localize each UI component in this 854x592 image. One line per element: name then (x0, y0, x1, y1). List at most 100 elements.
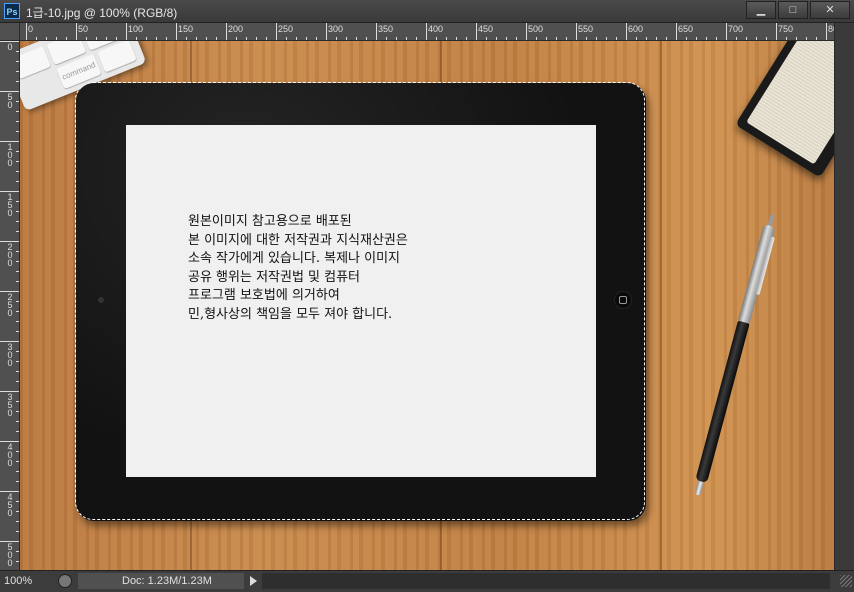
ruler-label: 350 (378, 24, 394, 34)
ruler-tick (16, 71, 19, 72)
ruler-label: 200 (228, 24, 244, 34)
ruler-tick (756, 37, 757, 40)
ruler-label: 4 5 0 (7, 492, 13, 518)
ruler-tick (526, 23, 527, 40)
ruler-tick (406, 37, 407, 40)
ruler-tick (16, 481, 19, 482)
pen-body (695, 320, 750, 484)
ruler-tick (16, 401, 19, 402)
ruler-tick (16, 221, 19, 222)
ruler-tick (236, 37, 237, 40)
ruler-tick (296, 37, 297, 40)
ruler-tick (16, 411, 19, 412)
ruler-tick (606, 37, 607, 40)
ruler-tick (216, 37, 217, 40)
ruler-label: 4 0 0 (7, 442, 13, 468)
status-menu-arrow-icon[interactable] (250, 576, 257, 586)
maximize-icon: □ (789, 4, 797, 16)
ruler-tick (106, 37, 107, 40)
ruler-tick (626, 23, 627, 40)
ruler-tick (16, 311, 19, 312)
close-button[interactable]: ✕ (810, 1, 850, 19)
ruler-tick (156, 37, 157, 40)
ruler-tick (356, 37, 357, 40)
pen-photo (690, 212, 779, 498)
ruler-tick (226, 23, 227, 40)
ruler-tick (786, 37, 787, 40)
maximize-button[interactable]: □ (778, 1, 808, 19)
zoom-level-field[interactable]: 100% (4, 573, 44, 589)
ruler-tick (826, 23, 827, 40)
ruler-tick (586, 37, 587, 40)
ruler-tick (686, 37, 687, 40)
ruler-tick (746, 37, 747, 40)
ruler-tick (286, 37, 287, 40)
minimize-icon: ▁ (756, 4, 766, 16)
ruler-tick (676, 23, 677, 40)
resize-grip-icon[interactable] (840, 575, 852, 587)
ruler-tick (416, 37, 417, 40)
ruler-label: 250 (278, 24, 294, 34)
ruler-tick (456, 37, 457, 40)
horizontal-scrollbar[interactable] (262, 573, 830, 589)
ruler-origin-corner[interactable] (0, 23, 20, 41)
status-bar: 100% Doc: 1.23M/1.23M (0, 570, 854, 592)
ruler-tick (386, 37, 387, 40)
ruler-tick (736, 37, 737, 40)
close-icon: ✕ (825, 4, 835, 16)
ruler-tick (16, 261, 19, 262)
document-canvas[interactable]: command 원본이미지 참고용으로 배포된 본 이미지에 대한 저작권과 지… (20, 41, 834, 570)
minimize-button[interactable]: ▁ (746, 1, 776, 19)
ruler-tick (16, 301, 19, 302)
ruler-tick (616, 37, 617, 40)
ruler-label: 0 (28, 24, 34, 34)
ruler-label: 400 (428, 24, 444, 34)
ruler-tick (506, 37, 507, 40)
ruler-label: 5 0 (7, 92, 13, 110)
ruler-tick (536, 37, 537, 40)
ruler-tick (76, 23, 77, 40)
ruler-tick (486, 37, 487, 40)
ruler-label: 5 0 0 (7, 542, 13, 568)
ruler-tick (16, 201, 19, 202)
window-controls: ▁ □ ✕ (744, 1, 850, 19)
ruler-tick (16, 531, 19, 532)
ruler-tick (16, 51, 19, 52)
ruler-tick (16, 501, 19, 502)
ruler-tick (256, 37, 257, 40)
vertical-ruler[interactable]: 0 5 0 1 0 0 1 5 0 2 0 0 2 5 0 3 0 0 3 5 0 4 0 0 4… (0, 41, 20, 570)
ruler-tick (656, 37, 657, 40)
selection-marquee[interactable] (75, 82, 645, 520)
ruler-label: 3 5 0 (7, 392, 13, 418)
ruler-tick (336, 37, 337, 40)
ruler-tick (806, 37, 807, 40)
ruler-tick (326, 23, 327, 40)
ruler-tick (466, 37, 467, 40)
ruler-tick (36, 37, 37, 40)
keyboard-key (97, 41, 137, 73)
ruler-tick (206, 37, 207, 40)
ruler-tick (96, 37, 97, 40)
ruler-tick (16, 521, 19, 522)
ruler-tick (16, 421, 19, 422)
ruler-tick (16, 151, 19, 152)
ruler-label: 2 5 0 (7, 292, 13, 318)
horizontal-ruler[interactable]: 0 50 100 150 200 250 300 350 400 450 500 550 600 650 7… (20, 23, 834, 41)
ruler-tick (636, 37, 637, 40)
ruler-label: 700 (728, 24, 744, 34)
ruler-label: 50 (78, 24, 89, 34)
ruler-tick (116, 37, 117, 40)
title-bar[interactable]: Ps 1급-10.jpg @ 100% (RGB/8) ▁ □ ✕ (0, 0, 854, 23)
ruler-tick (56, 37, 57, 40)
ruler-tick (16, 351, 19, 352)
ruler-tick (66, 37, 67, 40)
vertical-scrollbar[interactable] (834, 23, 854, 570)
ruler-tick (16, 131, 19, 132)
ruler-tick (16, 321, 19, 322)
ruler-tick (556, 37, 557, 40)
status-info-icon[interactable] (58, 574, 72, 588)
ruler-label: 750 (778, 24, 794, 34)
ruler-tick (16, 271, 19, 272)
ruler-tick (646, 37, 647, 40)
ruler-tick (396, 37, 397, 40)
